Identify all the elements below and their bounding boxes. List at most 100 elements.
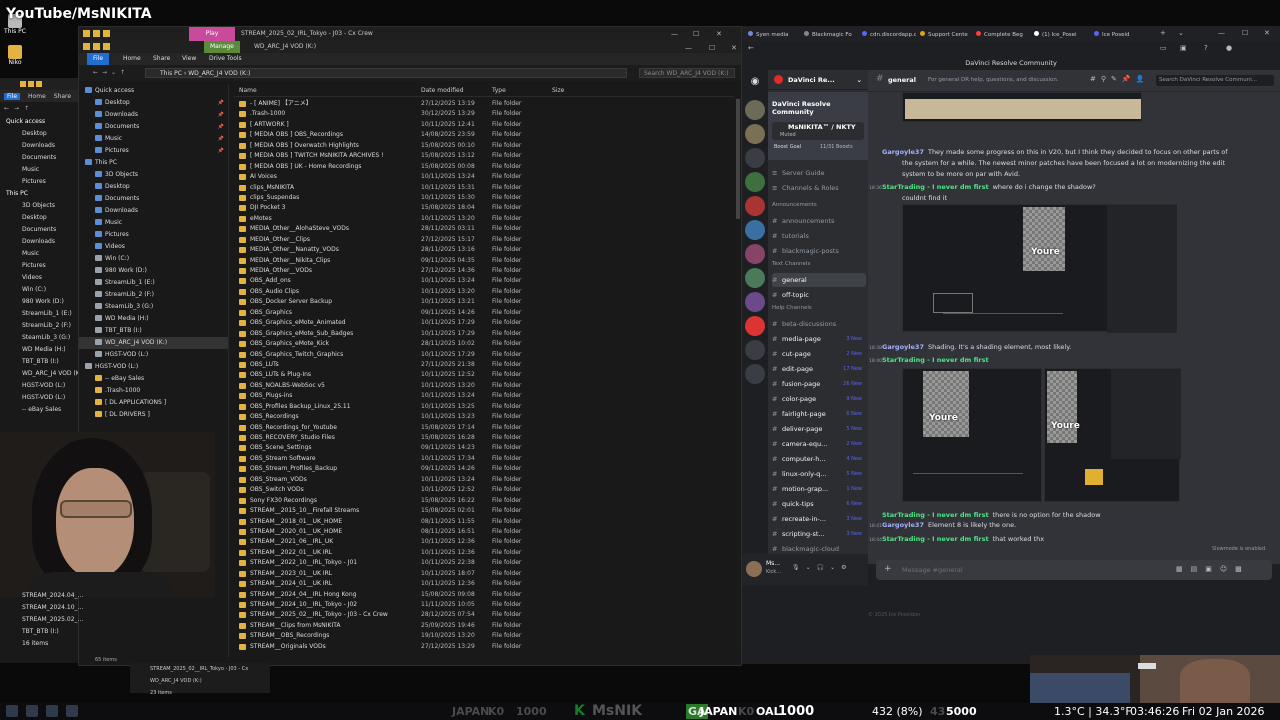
browser-tab[interactable]: cdn.discordapp.co bbox=[862, 29, 916, 41]
tree-item[interactable]: Quick access bbox=[0, 116, 78, 128]
minimize-icon[interactable]: — bbox=[671, 27, 678, 41]
server-icon[interactable] bbox=[745, 244, 765, 264]
scrollbar-thumb[interactable] bbox=[736, 99, 740, 219]
table-row[interactable]: STREAM__2018_01__UK_HOME 08/11/2025 11:55… bbox=[234, 517, 734, 527]
weather[interactable]: 1.3°C | 34.3°F bbox=[1054, 704, 1132, 719]
ribbon-tab-share[interactable]: Share bbox=[153, 53, 170, 65]
browser-tab[interactable]: Support Cente bbox=[920, 29, 974, 41]
server-icon[interactable] bbox=[745, 172, 765, 192]
tree-item[interactable]: Desktop bbox=[0, 212, 78, 224]
folder-icon[interactable] bbox=[93, 43, 100, 50]
discord-logo-icon[interactable]: ◉ bbox=[745, 76, 765, 96]
channel-announcements[interactable]: # announcements bbox=[772, 214, 866, 228]
message-author[interactable]: StarTrading - I never dm first bbox=[882, 183, 989, 191]
server-icon[interactable] bbox=[745, 124, 765, 144]
avatar[interactable] bbox=[746, 561, 762, 577]
server-icon[interactable] bbox=[745, 340, 765, 360]
tree-item[interactable]: Downloads bbox=[0, 140, 78, 152]
desktop-icon-niko[interactable]: Niko bbox=[4, 45, 26, 66]
maximize-icon[interactable]: ☐ bbox=[693, 27, 699, 41]
profile-card[interactable]: MsNIKITA™ / NKTY Muted bbox=[772, 122, 864, 140]
tree-item[interactable]: TBT_BTB (I:) bbox=[0, 626, 78, 638]
nav-item[interactable]: Music bbox=[79, 217, 228, 229]
nav-item[interactable]: TBT_BTB (I:) bbox=[79, 325, 228, 337]
nav-item[interactable]: Documents 📌 bbox=[79, 121, 228, 133]
forward-arrow-icon[interactable]: → bbox=[14, 105, 19, 112]
table-row[interactable]: OBS_Recordings_for_Youtube 15/08/2025 17:… bbox=[234, 423, 734, 433]
server-icon[interactable] bbox=[745, 292, 765, 312]
nav-item[interactable]: SteamLib_3 (G:) bbox=[79, 301, 228, 313]
nav-item[interactable]: -- eBay Sales bbox=[79, 373, 228, 385]
nav-arrows[interactable]: ←→⌄↑ bbox=[93, 65, 129, 81]
clock-date[interactable]: Fri 02 Jan 2026 bbox=[1182, 704, 1265, 719]
table-row[interactable]: OBS_Recordings 10/11/2025 13:23 File folde… bbox=[234, 412, 734, 422]
app-icon[interactable] bbox=[46, 705, 58, 717]
tree-item[interactable]: Pictures bbox=[0, 260, 78, 272]
table-row[interactable]: clips_MsNIKITA 10/11/2025 15:31 File folde… bbox=[234, 183, 734, 193]
table-row[interactable]: MEDIA_Other__Nanatty_VODs 28/11/2025 13:1… bbox=[234, 245, 734, 255]
nav-item[interactable]: Desktop bbox=[79, 181, 228, 193]
channel-tutorials[interactable]: # tutorials bbox=[772, 229, 866, 243]
attachment-screenshot-3[interactable]: Youre bbox=[1044, 368, 1181, 502]
table-row[interactable]: OBS_Docker Server Backup 10/11/2025 13:21… bbox=[234, 297, 734, 307]
column-name[interactable]: Name bbox=[239, 85, 257, 97]
column-date-modified[interactable]: Date modified bbox=[421, 85, 464, 97]
nav-item[interactable]: Videos bbox=[79, 241, 228, 253]
channel-item[interactable]: # color-page 9 New bbox=[772, 392, 866, 406]
maximize-icon[interactable]: ☐ bbox=[1242, 29, 1248, 37]
window-icon[interactable]: ▣ bbox=[1180, 44, 1187, 52]
channel-item[interactable]: # edit-page 17 New bbox=[772, 362, 866, 376]
table-row[interactable]: OBS_Switch VODs 10/11/2025 12:52 File fold… bbox=[234, 485, 734, 495]
plus-icon[interactable]: + bbox=[884, 564, 892, 574]
tree-item[interactable]: WD_ARC_J4 VOD (K:) bbox=[0, 368, 78, 380]
table-row[interactable]: DJI Pocket 3 15/08/2025 18:04 File folder bbox=[234, 203, 734, 213]
nav-item[interactable]: Quick access bbox=[79, 85, 228, 97]
message-author[interactable]: Gargoyle37 bbox=[882, 148, 924, 156]
table-row[interactable]: STREAM__2021_06__IRL_UK 10/11/2025 12:36 F… bbox=[234, 537, 734, 547]
nav-item[interactable]: [ DL APPLICATIONS ] bbox=[79, 397, 228, 409]
table-row[interactable]: .Trash-1000 30/12/2025 13:29 File folder bbox=[234, 109, 734, 119]
minimize-icon[interactable]: — bbox=[1218, 29, 1225, 37]
table-row[interactable]: STREAM__2022_10__IRL_Tokyo - J01 10/11/20… bbox=[234, 558, 734, 568]
table-row[interactable]: STREAM__OBS_Recordings 19/10/2025 13:20 Fi… bbox=[234, 631, 734, 641]
tree-item[interactable]: HGST-VOD (L:) bbox=[0, 392, 78, 404]
tree-item[interactable]: STREAM_2025.02_... bbox=[0, 614, 83, 626]
search-input[interactable]: Search WD_ARC_J4 VOD (K:) bbox=[639, 68, 735, 78]
new-tab-icon[interactable]: + bbox=[1160, 29, 1166, 37]
path-segment-this-pc[interactable]: This PC bbox=[160, 70, 182, 77]
channel-item[interactable]: # fairlight-page 6 New bbox=[772, 407, 866, 421]
table-row[interactable]: OBS_NOALBS-WebSoc v5 10/11/2025 13:20 File… bbox=[234, 381, 734, 391]
table-row[interactable]: [ MEDIA OBS ] TWITCH MsNIKITA ARCHIVES !… bbox=[234, 151, 734, 161]
table-row[interactable]: OBS_Graphics_eMote_Animated 10/11/2025 17… bbox=[234, 318, 734, 328]
new-folder-icon[interactable] bbox=[103, 30, 110, 37]
tree-item[interactable]: STREAM_2024.04_... bbox=[0, 590, 83, 602]
nav-item[interactable]: Downloads 📌 bbox=[79, 109, 228, 121]
tree-item[interactable]: Videos bbox=[0, 272, 78, 284]
table-row[interactable]: STREAM__2020_01__UK_HOME 08/11/2025 16:51… bbox=[234, 527, 734, 537]
tab-list-icon[interactable]: ⌄ bbox=[1178, 29, 1184, 37]
play-tab[interactable]: Play bbox=[189, 27, 235, 41]
ribbon-tab-file[interactable]: File bbox=[4, 92, 21, 100]
table-row[interactable]: STREAM__Originals VODs 27/12/2025 13:29 Fi… bbox=[234, 642, 734, 652]
clock-time[interactable]: 03:46:26 bbox=[1130, 704, 1179, 719]
table-row[interactable]: eMotes 10/11/2025 13:20 File folder bbox=[234, 214, 734, 224]
table-row[interactable]: STREAM__2023_01__UK IRL 10/11/2025 18:07 F… bbox=[234, 569, 734, 579]
tree-item[interactable]: Music bbox=[0, 164, 78, 176]
nav-item[interactable]: WD_ARC_J4 VOD (K:) bbox=[79, 337, 228, 349]
table-row[interactable]: OBS_Graphics 09/11/2025 14:26 File folder bbox=[234, 308, 734, 318]
close-icon[interactable]: ✕ bbox=[1264, 29, 1270, 37]
table-row[interactable]: clips_Suspendas 10/11/2025 15:30 File fold… bbox=[234, 193, 734, 203]
table-row[interactable]: STREAM__2022_01__UK IRL 10/11/2025 12:36 F… bbox=[234, 548, 734, 558]
up-arrow-icon[interactable]: ↑ bbox=[24, 105, 29, 112]
table-row[interactable]: OBS_LUTs & Plug-Ins 10/11/2025 12:52 File … bbox=[234, 370, 734, 380]
message-author[interactable]: StarTrading - I never dm first bbox=[882, 356, 989, 364]
tree-item[interactable]: Desktop bbox=[0, 128, 78, 140]
tree-item[interactable]: -- eBay Sales bbox=[0, 404, 78, 416]
scrollbar[interactable] bbox=[1138, 663, 1156, 669]
attachment-image-table[interactable] bbox=[902, 92, 1142, 122]
taskbar-preview[interactable]: STREAM_2025_02__IRL_Tokyo - J03 - Cx WD_… bbox=[130, 663, 270, 696]
help-icon[interactable]: ? bbox=[1204, 44, 1208, 52]
address-bar[interactable]: This PC › WD_ARC_J4 VOD (K:) bbox=[145, 68, 627, 78]
category-help[interactable]: Help Channels bbox=[772, 305, 812, 311]
tree-item[interactable]: Documents bbox=[0, 224, 78, 236]
